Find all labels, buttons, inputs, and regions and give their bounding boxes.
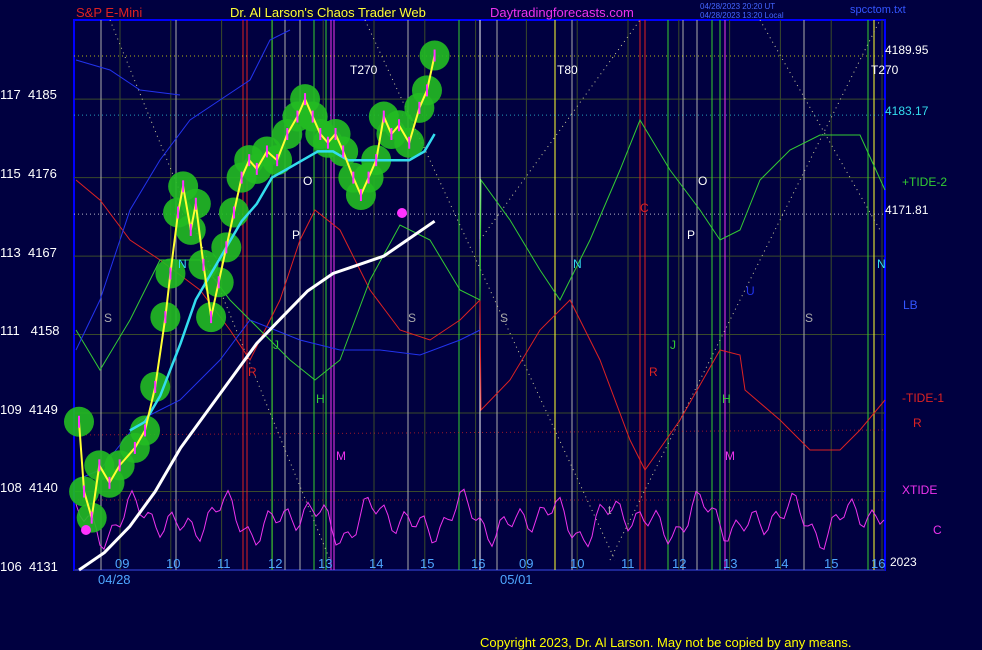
last-price-label: 4189.95 — [885, 43, 929, 57]
white-level-label: 4171.81 — [885, 203, 929, 217]
h-marker: H — [316, 392, 325, 406]
h-marker: H — [722, 392, 731, 406]
p-marker: P — [687, 228, 696, 242]
x-tick: 15 — [420, 556, 435, 571]
t270-marker: T270 — [350, 63, 378, 77]
y-tick-4149: 109 4149 — [0, 402, 58, 417]
o-marker: O — [303, 174, 313, 188]
n-marker: N — [573, 257, 582, 271]
y-tick-4131: 106 4131 — [0, 559, 58, 574]
p-marker: P — [292, 228, 301, 242]
j-marker: J — [670, 338, 676, 352]
x-tick: 09 — [115, 556, 130, 571]
price-low-dot — [397, 208, 407, 218]
x-tick: 13 — [318, 556, 333, 571]
j-marker: J — [273, 338, 279, 352]
plus-tide-label: +TIDE-2 — [902, 175, 948, 189]
c-marker: C — [640, 201, 649, 215]
y-tick-4167: 113 4167 — [0, 245, 57, 260]
xtide-label: XTIDE — [902, 483, 938, 497]
timestamp-local: 04/28/2023 13:20 Local — [700, 11, 784, 20]
s-marker: S — [805, 311, 814, 325]
year-label: 2023 — [890, 555, 917, 569]
s-marker: S — [104, 311, 113, 325]
price-low-dot — [81, 525, 91, 535]
r-marker: R — [649, 365, 658, 379]
n-marker-right: N — [877, 257, 886, 271]
x-tick: 16 — [471, 556, 486, 571]
t180-marker: T80 — [557, 63, 578, 77]
x-tick: 12 — [672, 556, 687, 571]
t270-marker: T270 — [871, 63, 899, 77]
r-marker: R — [248, 365, 257, 379]
x-tick: 15 — [824, 556, 839, 571]
x-tick: 16 — [871, 556, 886, 571]
y-tick-4176: 115 4176 — [0, 166, 57, 181]
y-tick-4185: 117 4185 — [0, 87, 57, 102]
x-tick: 11 — [217, 556, 231, 571]
x-tick: 14 — [369, 556, 384, 571]
timestamp-ut: 04/28/2023 20:20 UT — [700, 2, 776, 11]
chart-title: S&P E-Mini — [76, 5, 143, 20]
x-tick: 12 — [268, 556, 283, 571]
file-name: spcctom.txt — [850, 4, 906, 16]
c-marker-right: C — [933, 523, 942, 537]
chart-canvas — [64, 19, 886, 572]
x-tick: 14 — [774, 556, 789, 571]
lb-label: LB — [903, 298, 918, 312]
m-marker: M — [336, 449, 346, 463]
s-marker: S — [500, 311, 509, 325]
copyright: Copyright 2023, Dr. Al Larson. May not b… — [480, 635, 852, 650]
x-tick: 09 — [519, 556, 534, 571]
x-tick: 10 — [166, 556, 181, 571]
o-marker: O — [698, 174, 708, 188]
date-label: 05/01 — [500, 572, 533, 587]
y-tick-4158: 111 4158 — [0, 323, 60, 338]
date-label: 04/28 — [98, 572, 131, 587]
site-link[interactable]: Daytradingforecasts.com — [490, 5, 634, 20]
r-marker-right: R — [913, 416, 922, 430]
y-tick-4140: 108 4140 — [0, 480, 58, 495]
x-tick: 13 — [723, 556, 738, 571]
s-marker: S — [408, 311, 417, 325]
site-title: Dr. Al Larson's Chaos Trader Web — [230, 5, 426, 20]
x-tick: 10 — [570, 556, 585, 571]
n-marker: N — [178, 257, 187, 271]
cyan-level-label: 4183.17 — [885, 104, 929, 118]
t-marker: t — [608, 503, 612, 517]
m-marker: M — [725, 449, 735, 463]
u-marker: U — [746, 284, 755, 298]
minus-tide-label: -TIDE-1 — [902, 391, 944, 405]
x-tick: 11 — [621, 556, 635, 571]
